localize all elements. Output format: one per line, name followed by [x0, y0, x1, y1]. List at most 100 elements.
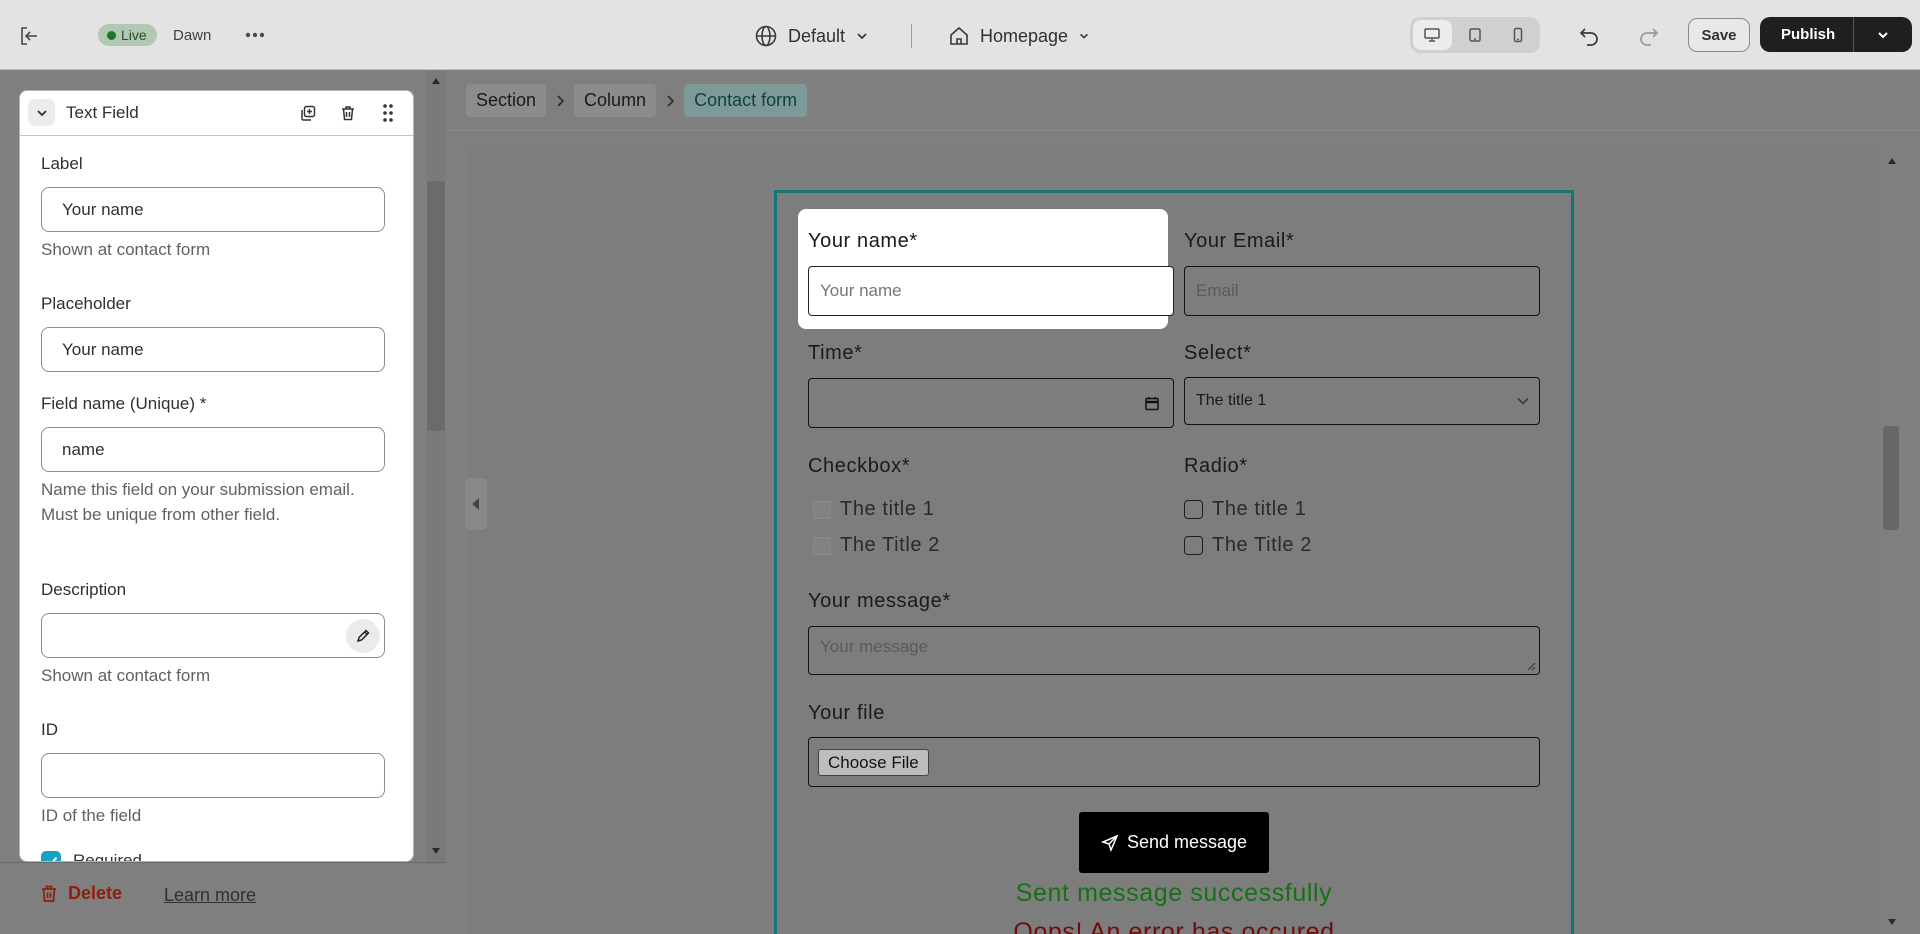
placeholder-input[interactable] — [41, 327, 385, 372]
duplicate-icon — [299, 104, 317, 122]
label-help-text: Shown at contact form — [41, 240, 211, 259]
edit-description-button[interactable] — [346, 619, 380, 653]
id-field-label: ID — [41, 720, 58, 739]
email-input[interactable]: Email — [1184, 266, 1540, 316]
live-dot-icon — [107, 30, 116, 40]
remove-block-button[interactable] — [337, 102, 359, 124]
checkbox-input[interactable] — [813, 500, 831, 519]
breadcrumb: Section Column Contact form — [449, 71, 1920, 131]
name-placeholder: Your name — [820, 281, 902, 300]
preview-scroll-up-arrow[interactable] — [1883, 153, 1901, 169]
text-field-settings-panel: Text Field Label Shown at contact form — [19, 90, 414, 862]
time-label: Time* — [808, 342, 863, 364]
trash-icon — [339, 104, 357, 122]
device-preview-toggle — [1410, 17, 1540, 53]
collapse-button[interactable] — [28, 99, 55, 126]
radio-option-label: The title 1 — [1212, 498, 1307, 520]
mobile-view-button[interactable] — [1498, 20, 1537, 50]
tablet-view-button[interactable] — [1456, 20, 1495, 50]
more-icon — [245, 32, 265, 38]
home-icon — [948, 25, 970, 47]
email-label: Your Email* — [1184, 230, 1295, 252]
radio-option[interactable]: The title 1 — [1184, 498, 1306, 521]
checkbox-input[interactable] — [813, 536, 831, 555]
locale-label: Default — [788, 25, 846, 46]
placeholder-field-label: Placeholder — [41, 294, 131, 313]
select-dropdown[interactable]: The title 1 — [1184, 377, 1540, 425]
send-message-button[interactable]: Send message — [1079, 812, 1269, 873]
message-placeholder: Your message — [820, 637, 929, 656]
required-label: Required — [73, 851, 142, 862]
calendar-icon[interactable] — [1145, 396, 1159, 411]
theme-name: Dawn — [173, 26, 212, 44]
name-label: Your name* — [808, 230, 918, 252]
scroll-up-arrow[interactable] — [427, 73, 445, 89]
field-name-help-text: Name this field on your submission email… — [41, 480, 355, 524]
collapse-sidebar-handle[interactable] — [465, 478, 487, 530]
choose-file-button[interactable]: Choose File — [818, 749, 929, 776]
redo-icon — [1638, 26, 1660, 46]
panel-title: Text Field — [66, 103, 139, 122]
checkbox-option[interactable]: The Title 2 — [813, 534, 940, 557]
breadcrumb-column[interactable]: Column — [574, 84, 657, 117]
message-textarea[interactable]: Your message — [808, 626, 1540, 675]
redo-button[interactable] — [1633, 20, 1665, 52]
send-label: Send message — [1126, 832, 1248, 852]
duplicate-button[interactable] — [297, 102, 319, 124]
drag-handle[interactable] — [377, 102, 399, 124]
breadcrumb-section[interactable]: Section — [466, 84, 547, 117]
page-label: Homepage — [980, 25, 1069, 46]
time-input[interactable] — [808, 378, 1174, 428]
id-input[interactable] — [41, 753, 385, 798]
radio-input[interactable] — [1184, 500, 1203, 519]
required-checkbox-row[interactable]: Required — [41, 851, 142, 862]
name-input[interactable]: Your name — [808, 266, 1174, 316]
description-input[interactable] — [41, 613, 385, 658]
publish-menu-button[interactable] — [1854, 17, 1912, 52]
sidebar-scrollbar-thumb[interactable] — [427, 181, 445, 431]
exit-button[interactable] — [14, 21, 44, 51]
radio-input[interactable] — [1184, 536, 1203, 555]
desktop-view-button[interactable] — [1413, 20, 1452, 50]
id-help-text: ID of the field — [41, 806, 142, 825]
locale-selector[interactable]: Default — [754, 20, 869, 52]
breadcrumb-contact-form[interactable]: Contact form — [684, 84, 808, 117]
chevron-down-icon — [1517, 397, 1529, 405]
more-actions-button[interactable] — [240, 20, 270, 50]
checkbox-option-label: The title 1 — [840, 498, 935, 520]
preview-scrollbar-thumb[interactable] — [1883, 426, 1899, 530]
chevron-down-icon — [35, 106, 49, 120]
panel-header: Text Field — [20, 91, 413, 136]
required-checkbox[interactable] — [41, 851, 61, 861]
radio-option[interactable]: The Title 2 — [1184, 534, 1312, 557]
field-name-input[interactable] — [41, 427, 385, 472]
learn-more-link[interactable]: Learn more — [164, 885, 256, 906]
drag-handle-icon — [382, 103, 394, 123]
chevron-down-icon — [1078, 30, 1090, 42]
checkbox-option-label: The Title 2 — [840, 534, 940, 556]
desktop-icon — [1423, 27, 1441, 43]
file-input[interactable]: Choose File — [808, 737, 1540, 787]
publish-button[interactable]: Publish — [1760, 17, 1855, 52]
panel-body: Label Shown at contact form Placeholder … — [20, 137, 413, 862]
undo-button[interactable] — [1573, 20, 1605, 52]
preview-scroll-down-arrow[interactable] — [1883, 914, 1901, 930]
live-status-badge: Live — [98, 24, 157, 46]
undo-icon — [1578, 26, 1600, 46]
live-label: Live — [121, 27, 147, 43]
label-input[interactable] — [41, 187, 385, 232]
select-label: Select* — [1184, 342, 1252, 364]
delete-button[interactable]: Delete — [40, 883, 122, 904]
resize-grip-icon[interactable] — [1526, 661, 1536, 671]
scroll-down-arrow[interactable] — [427, 843, 445, 859]
publish-group: Publish — [1760, 17, 1913, 52]
chevron-down-icon — [1876, 28, 1890, 42]
field-name-label: Field name (Unique) * — [41, 394, 207, 413]
pencil-icon — [356, 629, 370, 643]
page-selector[interactable]: Homepage — [948, 20, 1090, 52]
checkbox-option[interactable]: The title 1 — [813, 498, 934, 521]
save-button[interactable]: Save — [1688, 18, 1750, 52]
label-field-label: Label — [41, 154, 83, 173]
delete-label: Delete — [68, 883, 123, 903]
tablet-icon — [1467, 27, 1483, 43]
